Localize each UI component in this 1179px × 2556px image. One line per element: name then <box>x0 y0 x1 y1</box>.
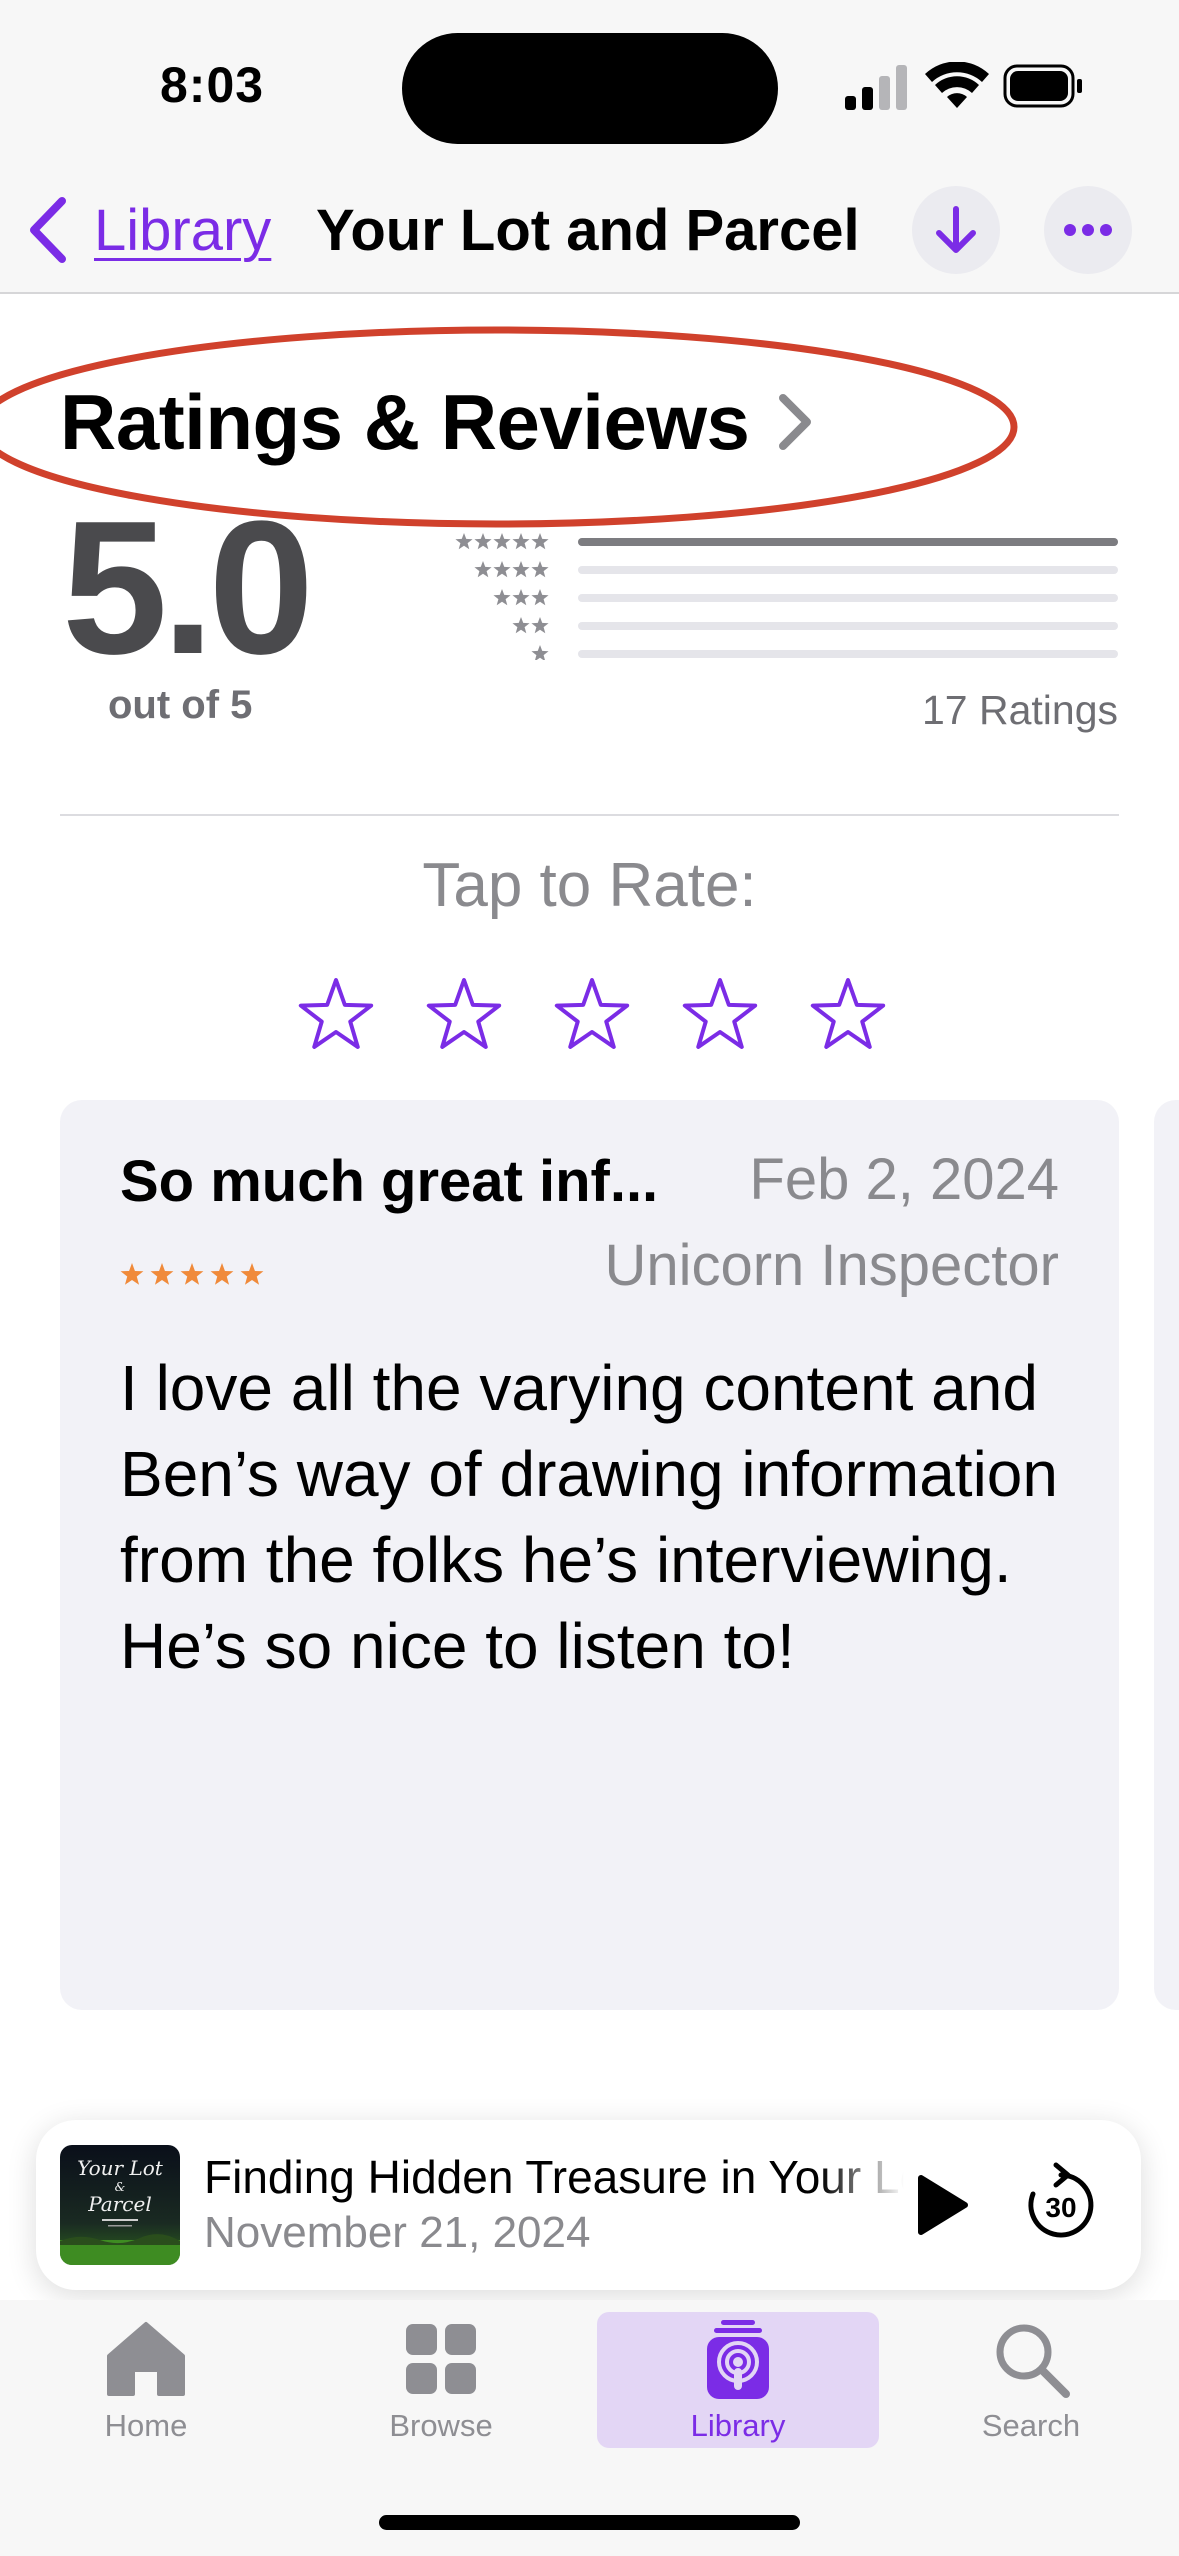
podcast-artwork: Your Lot & Parcel <box>60 2145 180 2265</box>
mini-player[interactable]: Your Lot & Parcel Finding Hidden Treasur… <box>36 2120 1141 2290</box>
histogram-bar-track <box>578 566 1118 574</box>
chevron-left-icon <box>30 197 66 263</box>
play-icon <box>918 2175 968 2235</box>
chevron-right-icon <box>779 394 812 450</box>
histogram-star-icon <box>512 533 530 550</box>
histogram-star-icon <box>531 589 549 606</box>
rate-star-4[interactable] <box>680 975 760 1055</box>
status-bar: 8:03 <box>0 0 1179 180</box>
review-star-icon <box>150 1263 174 1285</box>
histogram-star-icon <box>512 561 530 578</box>
rating-distribution <box>455 533 1118 660</box>
histogram-bar-track <box>578 650 1118 658</box>
histogram-star-icon <box>512 589 530 606</box>
histogram-star-icon <box>531 617 549 634</box>
skip-seconds-label: 30 <box>1045 2192 1076 2223</box>
status-time: 8:03 <box>160 57 265 113</box>
tab-library[interactable]: Library <box>597 2312 879 2448</box>
tab-search[interactable]: Search <box>890 2312 1172 2448</box>
play-button[interactable] <box>896 2160 986 2250</box>
tap-to-rate-stars <box>296 975 888 1065</box>
histogram-star-icon <box>493 561 511 578</box>
back-button-label: Library <box>94 197 272 263</box>
out-of-label: out of 5 <box>108 683 253 727</box>
histogram-star-icon <box>474 561 492 578</box>
histogram-bar-fill <box>578 538 1118 546</box>
average-rating: 5.0 <box>62 482 314 694</box>
house-icon <box>107 2322 185 2396</box>
ellipsis-icon <box>1064 224 1112 236</box>
back-button[interactable]: Library <box>24 180 271 280</box>
now-playing-title: Finding Hidden Treasure in Your Lot <box>204 2151 904 2203</box>
arrow-down-icon <box>936 206 976 253</box>
skip-forward-30-button[interactable]: 30 <box>1016 2160 1106 2250</box>
rate-star-1[interactable] <box>296 975 376 1055</box>
histogram-star-icon <box>531 645 549 660</box>
rate-star-5[interactable] <box>808 975 888 1055</box>
review-star-icon <box>240 1263 264 1285</box>
tab-home[interactable]: Home <box>5 2312 287 2448</box>
review-star-icon <box>120 1263 144 1285</box>
tab-browse[interactable]: Browse <box>300 2312 582 2448</box>
next-review-card[interactable] <box>1154 1100 1179 2010</box>
tab-home-label: Home <box>104 2408 188 2443</box>
review-date: Feb 2, 2024 <box>749 1147 1059 1212</box>
histogram-star-icon <box>474 533 492 550</box>
wifi-icon <box>925 62 989 108</box>
more-button[interactable] <box>1044 186 1132 274</box>
histogram-bar-track <box>578 622 1118 630</box>
ratings-reviews-title: Ratings & Reviews <box>60 377 750 466</box>
nav-bar: Library Your Lot and Parcel <box>0 180 1179 294</box>
review-rating-stars <box>120 1263 264 1285</box>
histogram-star-icon <box>493 533 511 550</box>
tap-to-rate-label: Tap to Rate: <box>422 851 757 920</box>
page-title: Your Lot and Parcel <box>316 197 860 263</box>
download-button[interactable] <box>912 186 1000 274</box>
star-outline-icon <box>554 978 630 1049</box>
battery-icon <box>1003 64 1082 108</box>
home-indicator <box>379 2515 800 2530</box>
histogram-star-icon <box>455 533 473 550</box>
histogram-bar-track <box>578 594 1118 602</box>
magnifier-icon <box>996 2324 1070 2398</box>
review-author: Unicorn Inspector <box>604 1233 1059 1298</box>
histogram-star-icon <box>493 589 511 606</box>
artwork-text-line1: Your Lot <box>77 2156 164 2180</box>
artwork-text-line3: Parcel <box>87 2192 151 2216</box>
tab-browse-label: Browse <box>389 2408 493 2443</box>
histogram-star-icon <box>531 561 549 578</box>
histogram-star-icon <box>512 617 530 634</box>
dynamic-island <box>402 33 778 144</box>
cellular-signal-icon <box>845 65 907 110</box>
status-icons <box>845 62 1082 110</box>
grid-icon <box>406 2324 476 2394</box>
histogram-star-icon <box>531 533 549 550</box>
star-outline-icon <box>298 978 374 1049</box>
podcast-stack-icon <box>707 2320 769 2399</box>
divider <box>60 814 1119 816</box>
star-outline-icon <box>426 978 502 1049</box>
star-outline-icon <box>810 978 886 1049</box>
rate-star-2[interactable] <box>424 975 504 1055</box>
tab-search-label: Search <box>981 2408 1081 2443</box>
review-body: I love all the varying content and Ben’s… <box>120 1352 1058 1682</box>
rate-star-3[interactable] <box>552 975 632 1055</box>
ratings-reviews-header[interactable]: Ratings & Reviews <box>60 372 815 472</box>
review-star-icon <box>210 1263 234 1285</box>
review-title: So much great inf... <box>120 1149 659 1214</box>
ratings-count: 17 Ratings <box>921 687 1118 733</box>
star-outline-icon <box>682 978 758 1049</box>
now-playing-date: November 21, 2024 <box>204 2208 591 2257</box>
tab-library-label: Library <box>690 2408 786 2443</box>
review-card[interactable]: So much great inf... Feb 2, 2024 Unicorn… <box>60 1100 1119 2010</box>
review-star-icon <box>180 1263 204 1285</box>
